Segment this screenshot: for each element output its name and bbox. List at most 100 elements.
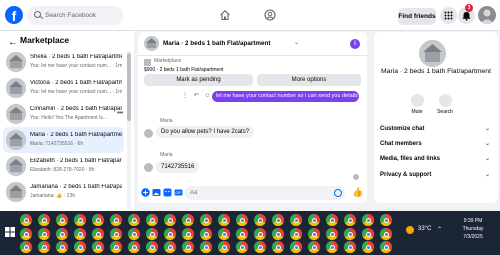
browser-taskbar-icon[interactable] [146,241,158,253]
friends-icon[interactable] [264,9,276,21]
browser-taskbar-icon[interactable] [290,241,302,253]
home-icon[interactable] [219,9,231,21]
message-input[interactable] [185,186,345,200]
browser-taskbar-icon[interactable] [38,214,50,226]
browser-taskbar-icon[interactable] [236,214,248,226]
media-files-links-row[interactable]: Media, files and links ⌄ [380,152,492,166]
browser-taskbar-icon[interactable] [272,241,284,253]
browser-taskbar-icon[interactable] [92,214,104,226]
browser-taskbar-icon[interactable] [128,228,140,240]
conversation-item[interactable]: Elizabeth · 2 beds 1 bath Flat/apartment… [3,153,124,179]
browser-taskbar-icon[interactable] [20,214,32,226]
browser-taskbar-icon[interactable] [74,214,86,226]
browser-taskbar-icon[interactable] [20,228,32,240]
search-chat-button[interactable]: Search [435,94,455,115]
more-options-button[interactable]: More options [257,74,361,86]
browser-taskbar-icon[interactable] [308,241,320,253]
browser-taskbar-icon[interactable] [110,214,122,226]
sticker-icon[interactable] [163,188,172,197]
plus-icon[interactable] [141,188,150,197]
thumbs-up-icon[interactable]: 👍 [352,187,363,198]
browser-taskbar-icon[interactable] [362,214,374,226]
gif-icon[interactable]: GIF [174,188,183,197]
search-box[interactable] [27,6,123,25]
info-icon[interactable]: i [350,39,360,49]
browser-taskbar-icon[interactable] [110,241,122,253]
chevron-up-icon[interactable]: ⌃ [437,226,442,233]
browser-taskbar-icon[interactable] [164,241,176,253]
browser-taskbar-icon[interactable] [200,214,212,226]
browser-taskbar-icon[interactable] [290,214,302,226]
search-input[interactable] [45,8,119,23]
browser-taskbar-icon[interactable] [74,241,86,253]
browser-taskbar-icon[interactable] [218,241,230,253]
privacy-support-row[interactable]: Privacy & support ⌄ [380,168,492,182]
browser-taskbar-icon[interactable] [146,214,158,226]
browser-taskbar-icon[interactable] [182,241,194,253]
browser-taskbar-icon[interactable] [236,241,248,253]
conversation-item[interactable]: Jamariana · 2 beds 1 bath Flat/apartment… [3,179,124,205]
scrollbar-thumb[interactable] [127,53,131,121]
browser-taskbar-icon[interactable] [56,228,68,240]
customize-chat-row[interactable]: Customize chat ⌄ [380,122,492,136]
chat-members-row[interactable]: Chat members ⌄ [380,137,492,151]
system-clock[interactable]: 9:39 PM Thursday 7/3/2025 [458,217,488,241]
browser-taskbar-icon[interactable] [362,228,374,240]
browser-taskbar-icon[interactable] [92,241,104,253]
profile-avatar[interactable] [478,6,496,24]
menu-button[interactable] [440,7,457,24]
browser-taskbar-icon[interactable] [326,214,338,226]
back-arrow-icon[interactable]: ← [8,37,18,48]
windows-start-icon[interactable] [5,227,15,237]
browser-taskbar-icon[interactable] [146,228,158,240]
browser-taskbar-icon[interactable] [128,214,140,226]
more-icon[interactable]: ⋮ [182,93,188,99]
browser-taskbar-icon[interactable] [128,241,140,253]
browser-taskbar-icon[interactable] [38,228,50,240]
listing-price[interactable]: $900 · 2 beds 1 bath Flat/apartment [144,67,224,73]
browser-taskbar-icon[interactable] [200,241,212,253]
chevron-down-icon[interactable]: ⌄ [294,39,299,46]
browser-taskbar-icon[interactable] [218,214,230,226]
browser-taskbar-icon[interactable] [182,214,194,226]
chat-title[interactable]: Maria · 2 beds 1 bath Flat/apartment [163,40,270,47]
conversation-item-active[interactable]: Maria · 2 beds 1 bath Flat/apartment Mar… [3,127,124,153]
conversation-item[interactable]: Cinnamin · 2 beds 1 bath Flat/apar... Yo… [3,101,124,127]
browser-taskbar-icon[interactable] [308,228,320,240]
browser-taskbar-icon[interactable] [56,241,68,253]
browser-taskbar-icon[interactable] [326,241,338,253]
browser-taskbar-icon[interactable] [362,241,374,253]
browser-taskbar-icon[interactable] [182,228,194,240]
react-icon[interactable]: ☺ [204,93,210,99]
find-friends-button[interactable]: Find friends [398,8,436,25]
browser-taskbar-icon[interactable] [272,228,284,240]
facebook-logo-icon[interactable]: f [5,6,23,24]
weather-icon[interactable] [406,226,414,234]
mute-button[interactable]: Mute [407,94,427,115]
browser-taskbar-icon[interactable] [290,228,302,240]
mark-as-pending-button[interactable]: Mark as pending [144,74,253,86]
conversation-item[interactable]: Sheila · 2 beds 1 bath Flat/apartment Yo… [3,49,124,75]
browser-taskbar-icon[interactable] [164,228,176,240]
browser-taskbar-icon[interactable] [110,228,122,240]
browser-taskbar-icon[interactable] [344,228,356,240]
browser-taskbar-icon[interactable] [218,228,230,240]
browser-taskbar-icon[interactable] [380,214,392,226]
emoji-icon[interactable] [334,189,342,197]
browser-taskbar-icon[interactable] [308,214,320,226]
browser-taskbar-icon[interactable] [56,214,68,226]
browser-taskbar-icon[interactable] [326,228,338,240]
browser-taskbar-icon[interactable] [164,214,176,226]
browser-taskbar-icon[interactable] [254,214,266,226]
browser-taskbar-icon[interactable] [92,228,104,240]
conversation-item[interactable]: Victoria · 2 beds 1 bath Flat/apartment … [3,75,124,101]
more-options-icon[interactable]: ••• [117,110,123,117]
browser-taskbar-icon[interactable] [344,241,356,253]
reply-icon[interactable]: ↶ [194,93,199,99]
image-icon[interactable] [152,188,161,197]
browser-taskbar-icon[interactable] [38,241,50,253]
browser-taskbar-icon[interactable] [344,214,356,226]
browser-taskbar-icon[interactable] [20,241,32,253]
browser-taskbar-icon[interactable] [380,241,392,253]
browser-taskbar-icon[interactable] [200,228,212,240]
